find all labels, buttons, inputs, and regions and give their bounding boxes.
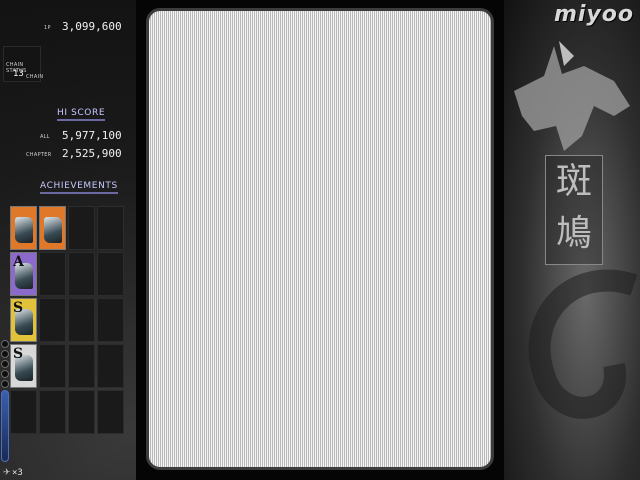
achievement-slot [97, 206, 124, 250]
gauge-dot [1, 360, 9, 368]
achievement-rank: S [13, 346, 24, 362]
achievement-tile [10, 206, 37, 250]
achievement-slot [39, 390, 66, 434]
achievements-grid: A S S [10, 206, 130, 438]
achievement-rank: A [13, 254, 24, 270]
gauge-dot [1, 380, 9, 388]
right-art-panel: miyoo 斑 鳩 [504, 0, 640, 480]
score-value: 3,099,600 [62, 20, 122, 33]
kanji-top: 斑 [555, 161, 592, 202]
all-label: ALL [40, 134, 50, 140]
chapter-label: CHAPTER [26, 152, 52, 158]
score-label: 1P [44, 25, 51, 31]
lives-count: ×3 [12, 468, 23, 478]
gauge-dot [1, 350, 9, 358]
achievement-slot [39, 252, 66, 296]
achievement-slot [68, 252, 95, 296]
achievement-tile: S [10, 298, 37, 342]
achievement-slot [97, 298, 124, 342]
game-overlay: 1P 3,099,600 CHAIN STATUS 13 CHAIN HI SC… [0, 0, 640, 480]
lives-ship-icon: ✈ [3, 468, 11, 478]
achievement-tile [39, 206, 66, 250]
swirl-decoration [528, 269, 638, 419]
kanji-bottom: 鳩 [555, 213, 592, 254]
ship-figure-icon [44, 217, 62, 243]
gauge-dot [1, 340, 9, 348]
achievements-heading: ACHIEVEMENTS [40, 181, 118, 194]
achievement-tile: S [10, 344, 37, 388]
achievement-slot [97, 344, 124, 388]
title-kanji: 斑 鳩 [545, 155, 603, 265]
hiscore-heading: HI SCORE [57, 108, 106, 121]
achievement-slot [68, 298, 95, 342]
achievement-slot [68, 344, 95, 388]
chain-count: 13 [13, 69, 24, 79]
chain-status-box: CHAIN STATUS 13 CHAIN [3, 46, 44, 82]
achievement-rank: S [13, 300, 24, 316]
achievement-slot [39, 298, 66, 342]
achievement-slot [97, 252, 124, 296]
all-value: 5,977,100 [62, 129, 122, 142]
achievement-slot [39, 344, 66, 388]
achievement-slot [97, 390, 124, 434]
achievement-tile: A [10, 252, 37, 296]
achievement-slot [68, 206, 95, 250]
chapter-value: 2,525,900 [62, 147, 122, 160]
achievement-slot [10, 390, 37, 434]
release-gauge [0, 340, 10, 468]
achievement-slot [68, 390, 95, 434]
chain-unit: CHAIN [26, 74, 44, 80]
screen-bezel [136, 0, 504, 480]
brand-logo: miyoo [553, 2, 634, 27]
gauge-fill [1, 390, 9, 462]
ship-figure-icon [15, 217, 33, 243]
left-hud-panel: 1P 3,099,600 CHAIN STATUS 13 CHAIN HI SC… [0, 0, 136, 480]
gauge-dot [1, 370, 9, 378]
game-screen [146, 8, 494, 470]
